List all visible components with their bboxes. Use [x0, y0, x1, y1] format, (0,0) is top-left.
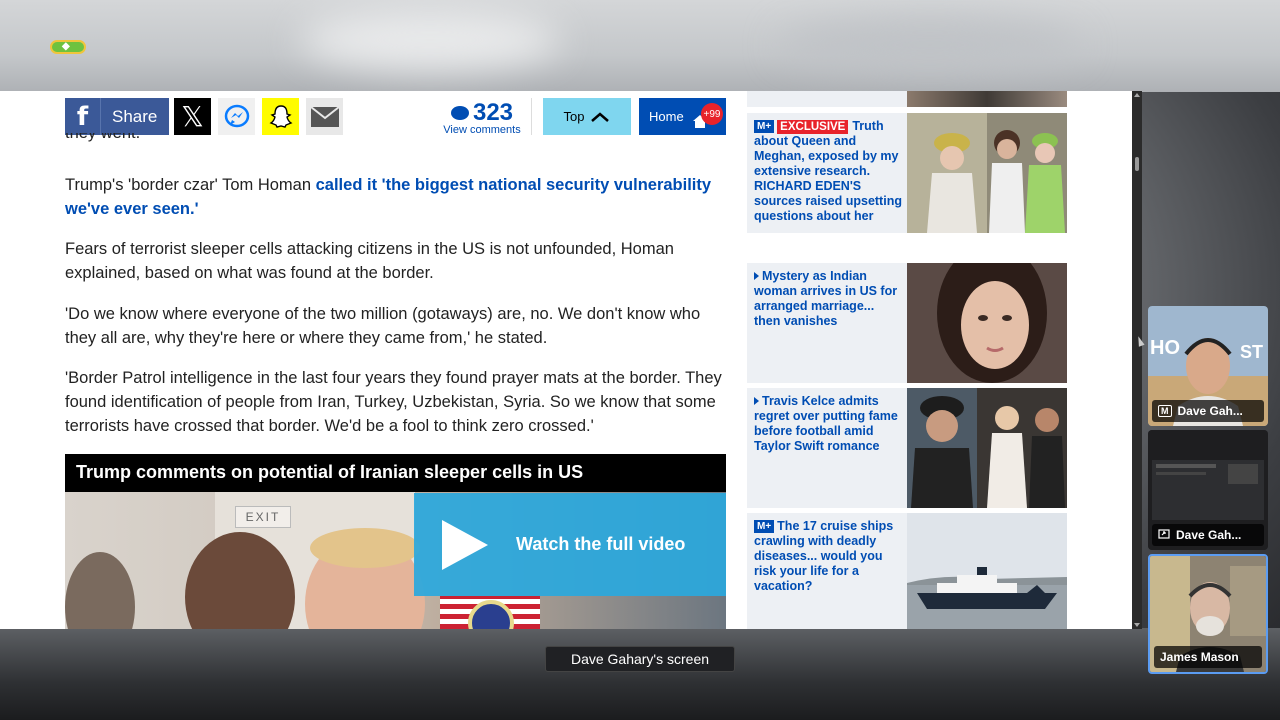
exclusive-badge: EXCLUSIVE	[777, 120, 849, 134]
comments-counter[interactable]: 323 View comments	[440, 99, 524, 136]
play-arrow-icon	[754, 397, 759, 405]
share-bar: f Share 𝕏 323 View comments Top Home +99	[65, 98, 726, 136]
video-thumbnail[interactable]: EXIT Watch the full video	[65, 492, 726, 629]
mail-icon	[309, 105, 340, 127]
exit-sign: EXIT	[235, 506, 291, 528]
thumbnail-person	[65, 552, 135, 629]
video-player[interactable]: Trump comments on potential of Iranian s…	[65, 454, 726, 629]
messenger-share-button[interactable]	[218, 98, 255, 135]
story-headline[interactable]: Travis Kelce admits regret over putting …	[754, 394, 902, 454]
play-arrow-icon	[754, 272, 759, 280]
participant-tile[interactable]: HO ST M Dave Gah...	[1148, 306, 1268, 426]
home-label: Home	[649, 109, 684, 124]
screen-share-owner-label: Dave Gahary's screen	[545, 646, 735, 672]
story-image[interactable]	[907, 263, 1067, 383]
story-headline[interactable]: Mystery as Indian woman arrives in US fo…	[754, 269, 902, 329]
facebook-share-label: Share	[112, 106, 158, 126]
story-headline[interactable]: M+ EXCLUSIVE Truth about Queen and Meghan,…	[754, 119, 902, 224]
video-title: Trump comments on potential of Iranian s…	[65, 454, 726, 492]
story-card[interactable]: M+ EXCLUSIVE Truth about Queen and Meghan,…	[747, 113, 1067, 233]
scroll-down-arrow-icon[interactable]	[1134, 623, 1140, 627]
story-card[interactable]: Travis Kelce admits regret over putting …	[747, 388, 1067, 508]
participant-name-tag: James Mason	[1154, 646, 1262, 668]
article-paragraph-2: Fears of terrorist sleeper cells attacki…	[65, 240, 674, 282]
story-headline[interactable]: M+ The 17 cruise ships crawling with dead…	[754, 519, 902, 594]
related-stories-sidebar: M+ EXCLUSIVE Truth about Queen and Meghan,…	[747, 91, 1067, 629]
story-card[interactable]: M+ The 17 cruise ships crawling with dead…	[747, 513, 1067, 629]
snapchat-icon	[269, 104, 292, 128]
story-image[interactable]	[907, 388, 1067, 508]
article-paragraph-1: Trump's 'border czar' Tom Homan called i…	[65, 173, 725, 221]
previous-card-image	[907, 91, 1067, 107]
scroll-thumb[interactable]	[1135, 157, 1139, 171]
view-comments-link[interactable]: View comments	[440, 124, 524, 136]
back-to-top-button[interactable]: Top	[543, 98, 631, 135]
scroll-up-arrow-icon[interactable]	[1134, 93, 1140, 97]
home-button[interactable]: Home +99	[639, 98, 726, 135]
thumbnail-person	[310, 528, 420, 568]
story-image[interactable]	[907, 513, 1067, 629]
snapchat-share-button[interactable]	[262, 98, 299, 135]
top-label: Top	[563, 109, 585, 124]
previous-card-bottom	[747, 91, 907, 107]
email-share-button[interactable]	[306, 98, 343, 135]
watch-label: Watch the full video	[516, 534, 686, 554]
facebook-share-button[interactable]: f Share	[65, 98, 169, 135]
facebook-icon: f	[65, 98, 101, 135]
page-scrollbar[interactable]	[1132, 91, 1142, 629]
play-icon	[442, 519, 488, 570]
paragraph-text: Trump's 'border czar' Tom Homan	[65, 176, 316, 194]
blurred-background-top	[0, 0, 1280, 92]
x-icon: 𝕏	[181, 100, 204, 133]
comments-count: 323	[472, 99, 514, 126]
participant-name-tag: Dave Gah...	[1152, 524, 1264, 546]
screen-share-icon	[1158, 529, 1170, 539]
x-share-button[interactable]: 𝕏	[174, 98, 211, 135]
comment-bubble-icon	[450, 106, 469, 120]
blurred-background-bottom	[0, 628, 1280, 720]
home-notification-badge: +99	[701, 103, 723, 125]
participant-name-tag: M Dave Gah...	[1152, 400, 1264, 422]
svg-text:HO: HO	[1150, 337, 1180, 359]
participant-tile-active-speaker[interactable]: James Mason	[1148, 554, 1268, 674]
chevron-up-icon	[591, 111, 610, 122]
messenger-icon	[224, 104, 249, 127]
article-paragraph-3: 'Do we know where everyone of the two mi…	[65, 305, 701, 347]
app-logo-icon: ◆	[50, 40, 86, 54]
mail-plus-badge: M+	[754, 120, 775, 133]
story-card[interactable]: Mystery as Indian woman arrives in US fo…	[747, 263, 1067, 383]
article-paragraph-4: 'Border Patrol intelligence in the last …	[65, 369, 722, 435]
participant-tile[interactable]: Dave Gah...	[1148, 430, 1268, 550]
watch-full-video-button[interactable]: Watch the full video	[414, 493, 726, 596]
article-text-cutoff: they went.	[65, 133, 141, 142]
mail-plus-badge: M+	[754, 520, 775, 533]
m-badge-icon: M	[1158, 405, 1172, 417]
story-image[interactable]	[907, 113, 1067, 233]
shared-screen: f Share 𝕏 323 View comments Top Home +99…	[0, 91, 1142, 629]
svg-text:ST: ST	[1240, 342, 1263, 362]
divider	[531, 98, 532, 135]
